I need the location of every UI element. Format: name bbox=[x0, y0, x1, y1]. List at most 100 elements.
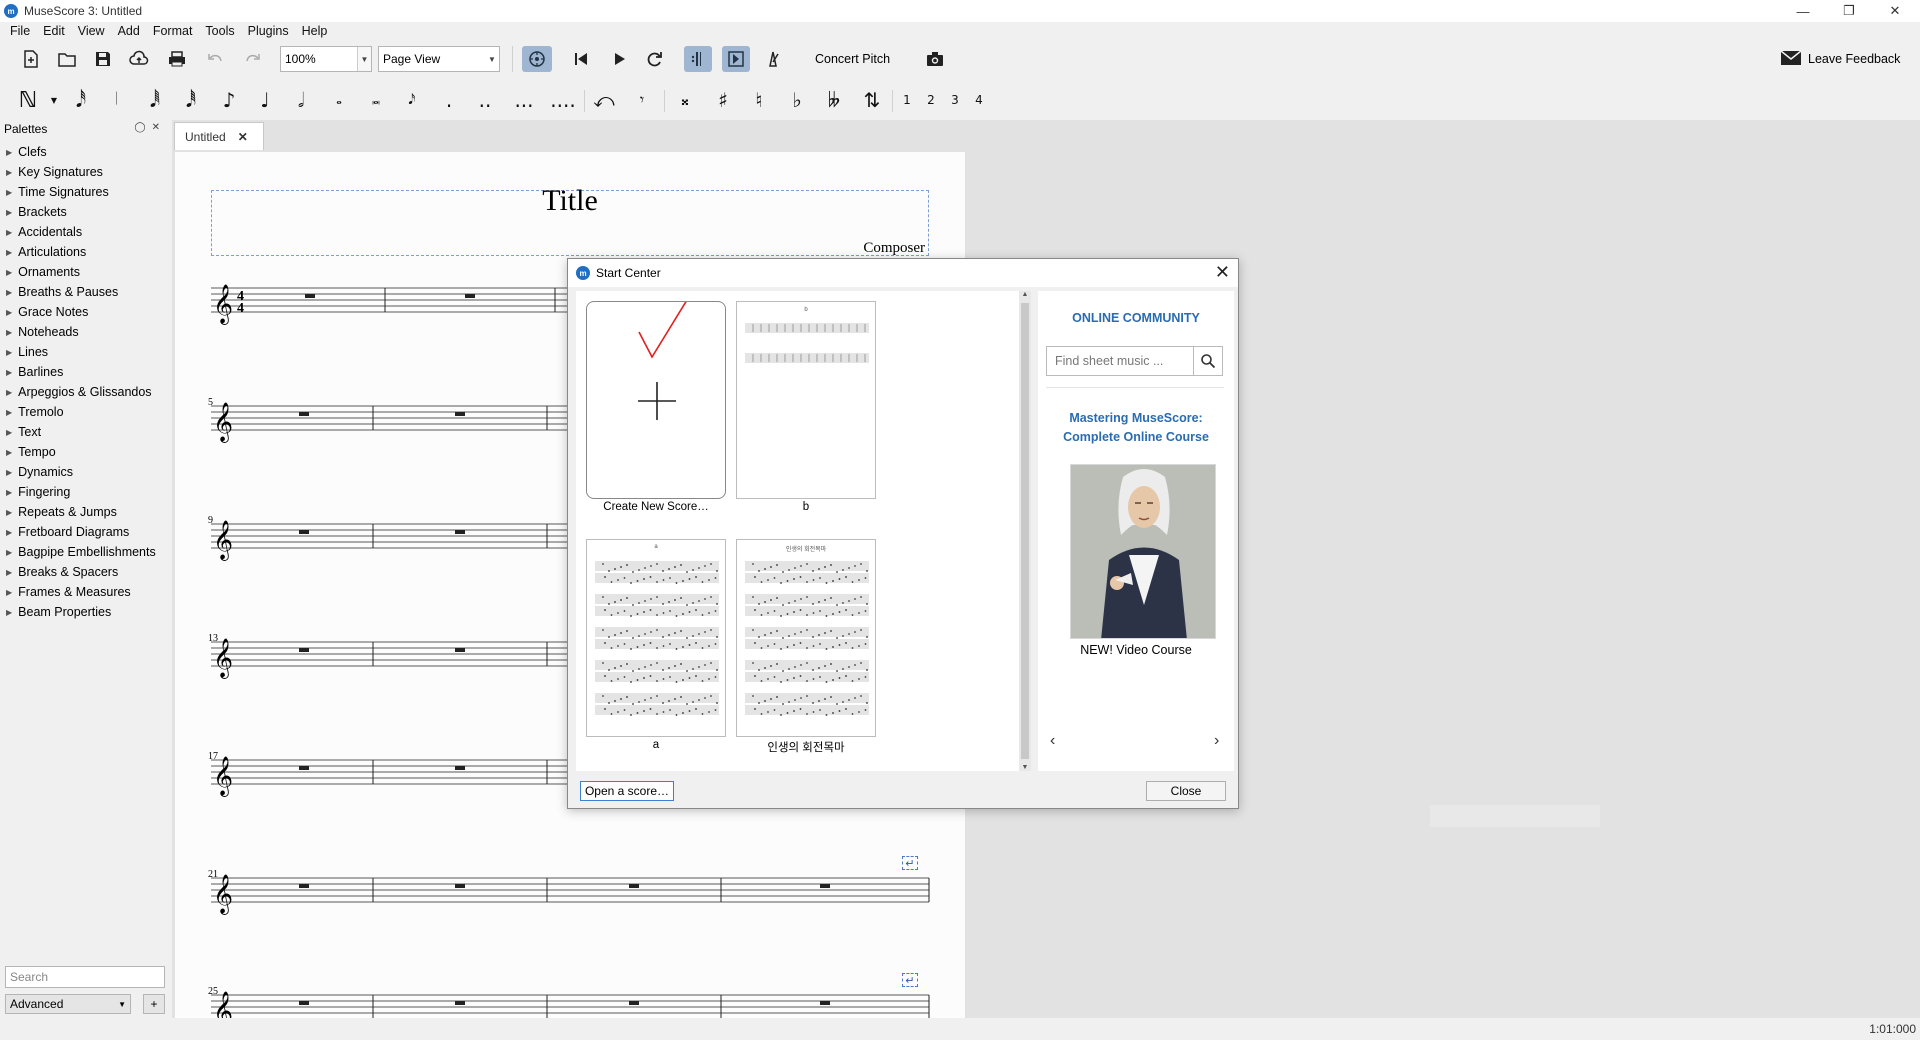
expand-arrow-icon[interactable]: ▶ bbox=[6, 528, 12, 537]
chevron-down-icon[interactable]: ▼ bbox=[357, 47, 371, 71]
play-icon[interactable] bbox=[606, 46, 632, 72]
palette-item[interactable]: ▶ Arpeggios & Glissandos bbox=[0, 382, 170, 402]
note-whole-icon[interactable]: 𝅝 bbox=[328, 86, 350, 114]
palette-item[interactable]: ▶ Brackets bbox=[0, 202, 170, 222]
course-title-line1[interactable]: Mastering MuseScore: bbox=[1038, 409, 1234, 428]
rewind-icon[interactable] bbox=[568, 46, 594, 72]
close-window-icon[interactable]: ✕ bbox=[1872, 0, 1918, 22]
create-new-score-label[interactable]: Create New Score… bbox=[586, 501, 726, 513]
system-break-icon[interactable]: ↵ bbox=[902, 973, 918, 987]
voice-2-button[interactable]: 2 bbox=[924, 86, 938, 114]
palette-item[interactable]: ▶ Time Signatures bbox=[0, 182, 170, 202]
expand-arrow-icon[interactable]: ▶ bbox=[6, 188, 12, 197]
double-sharp-icon[interactable]: 𝄪 bbox=[674, 86, 696, 114]
note-eighth-icon[interactable]: ♪ bbox=[218, 86, 240, 114]
expand-arrow-icon[interactable]: ▶ bbox=[6, 168, 12, 177]
palette-item[interactable]: ▶ Tremolo bbox=[0, 402, 170, 422]
concert-pitch-toggle[interactable]: Concert Pitch bbox=[815, 52, 890, 66]
palette-item[interactable]: ▶ Beam Properties bbox=[0, 602, 170, 622]
voice-1-button[interactable]: 1 bbox=[900, 86, 914, 114]
expand-arrow-icon[interactable]: ▶ bbox=[6, 348, 12, 357]
envelope-icon[interactable] bbox=[1780, 50, 1802, 66]
menu-edit[interactable]: Edit bbox=[43, 24, 65, 38]
voice-4-button[interactable]: 4 bbox=[972, 86, 986, 114]
palette-item[interactable]: ▶ Barlines bbox=[0, 362, 170, 382]
sheet-music-search-input[interactable]: Find sheet music ... bbox=[1046, 346, 1194, 376]
tab-untitled[interactable]: Untitled ✕ bbox=[174, 122, 264, 150]
open-score-button[interactable]: Open a score… bbox=[580, 781, 674, 801]
note-input-mode-icon[interactable]: ℕ bbox=[16, 86, 40, 114]
palette-item[interactable]: ▶ Breaks & Spacers bbox=[0, 562, 170, 582]
expand-arrow-icon[interactable]: ▶ bbox=[6, 588, 12, 597]
rest-icon[interactable]: 𝄾 bbox=[630, 86, 654, 114]
chevron-left-icon[interactable]: ‹ bbox=[1050, 732, 1055, 750]
camera-icon[interactable] bbox=[922, 46, 948, 72]
expand-arrow-icon[interactable]: ▶ bbox=[6, 328, 12, 337]
expand-arrow-icon[interactable]: ▶ bbox=[6, 268, 12, 277]
flip-direction-icon[interactable]: ⇅ bbox=[860, 86, 884, 114]
bach-portrait-image[interactable] bbox=[1070, 464, 1216, 639]
note-32nd-icon[interactable]: 𝅘𝅥𝅲 bbox=[144, 86, 166, 114]
restore-icon[interactable]: ❐ bbox=[1826, 0, 1872, 22]
palette-item[interactable]: ▶ Noteheads bbox=[0, 322, 170, 342]
note-quarter-icon[interactable]: ♩ bbox=[254, 86, 276, 114]
expand-arrow-icon[interactable]: ▶ bbox=[6, 608, 12, 617]
close-dialog-icon[interactable]: ✕ bbox=[1215, 262, 1230, 283]
expand-arrow-icon[interactable]: ▶ bbox=[6, 488, 12, 497]
menu-format[interactable]: Format bbox=[153, 24, 193, 38]
close-button[interactable]: Close bbox=[1146, 781, 1226, 801]
palette-item[interactable]: ▶ Fretboard Diagrams bbox=[0, 522, 170, 542]
expand-arrow-icon[interactable]: ▶ bbox=[6, 408, 12, 417]
scroll-down-icon[interactable]: ▼ bbox=[1019, 764, 1031, 771]
leave-feedback-button[interactable]: Leave Feedback bbox=[1808, 52, 1900, 66]
palette-mode-select[interactable]: Advanced ▼ bbox=[5, 994, 131, 1014]
expand-arrow-icon[interactable]: ▶ bbox=[6, 568, 12, 577]
quadruple-dot-icon[interactable]: .... bbox=[550, 86, 576, 114]
note-half-icon[interactable]: 𝅗𝅥 bbox=[290, 86, 312, 114]
palette-item[interactable]: ▶ Breaths & Pauses bbox=[0, 282, 170, 302]
sharp-icon[interactable]: ♯ bbox=[712, 86, 734, 114]
loop-icon[interactable] bbox=[642, 46, 668, 72]
recent-score-label[interactable]: 인생의 회전목마 bbox=[736, 739, 876, 755]
menu-view[interactable]: View bbox=[78, 24, 105, 38]
flat-icon[interactable]: ♭ bbox=[786, 86, 808, 114]
course-title[interactable]: Mastering MuseScore: Complete Online Cou… bbox=[1038, 409, 1234, 447]
chevron-down-icon[interactable]: ▼ bbox=[48, 86, 60, 114]
palette-item[interactable]: ▶ Key Signatures bbox=[0, 162, 170, 182]
menu-plugins[interactable]: Plugins bbox=[248, 24, 289, 38]
expand-arrow-icon[interactable]: ▶ bbox=[6, 508, 12, 517]
scroll-up-icon[interactable]: ▲ bbox=[1019, 291, 1031, 298]
expand-arrow-icon[interactable]: ▶ bbox=[6, 308, 12, 317]
note-longa-icon[interactable]: 𝅘𝅥𝅯 bbox=[400, 86, 424, 114]
view-mode-combo[interactable]: Page View ▼ bbox=[378, 46, 500, 72]
course-caption[interactable]: NEW! Video Course bbox=[1038, 643, 1234, 657]
chevron-right-icon[interactable]: › bbox=[1214, 732, 1219, 750]
palette-item[interactable]: ▶ Accidentals bbox=[0, 222, 170, 242]
pan-score-icon[interactable] bbox=[722, 46, 750, 72]
menu-file[interactable]: File bbox=[10, 24, 30, 38]
print-icon[interactable] bbox=[164, 46, 190, 72]
expand-arrow-icon[interactable]: ▶ bbox=[6, 248, 12, 257]
undo-icon[interactable] bbox=[202, 46, 228, 72]
tie-icon[interactable]: ⤺ bbox=[592, 86, 616, 114]
open-folder-icon[interactable] bbox=[54, 46, 80, 72]
triple-dot-icon[interactable]: ... bbox=[512, 86, 536, 114]
expand-arrow-icon[interactable]: ▶ bbox=[6, 148, 12, 157]
chevron-down-icon[interactable]: ▼ bbox=[118, 1000, 126, 1009]
palette-item[interactable]: ▶ Frames & Measures bbox=[0, 582, 170, 602]
note-64th-icon[interactable]: 𝅥 bbox=[106, 86, 128, 114]
expand-arrow-icon[interactable]: ▶ bbox=[6, 548, 12, 557]
augmentation-dot-icon[interactable]: . bbox=[440, 86, 458, 114]
palette-item[interactable]: ▶ Tempo bbox=[0, 442, 170, 462]
close-panel-icon[interactable]: ✕ bbox=[152, 122, 166, 133]
palette-item[interactable]: ▶ Grace Notes bbox=[0, 302, 170, 322]
undock-icon[interactable]: ◯ bbox=[134, 122, 151, 133]
recent-score-thumb-a[interactable]: a bbox=[586, 539, 726, 737]
palette-item[interactable]: ▶ Clefs bbox=[0, 142, 170, 162]
course-title-line2[interactable]: Complete Online Course bbox=[1038, 428, 1234, 447]
new-score-icon[interactable] bbox=[18, 46, 44, 72]
close-tab-icon[interactable]: ✕ bbox=[238, 130, 248, 144]
palette-item[interactable]: ▶ Fingering bbox=[0, 482, 170, 502]
metronome-icon[interactable] bbox=[760, 46, 786, 72]
expand-arrow-icon[interactable]: ▶ bbox=[6, 368, 12, 377]
